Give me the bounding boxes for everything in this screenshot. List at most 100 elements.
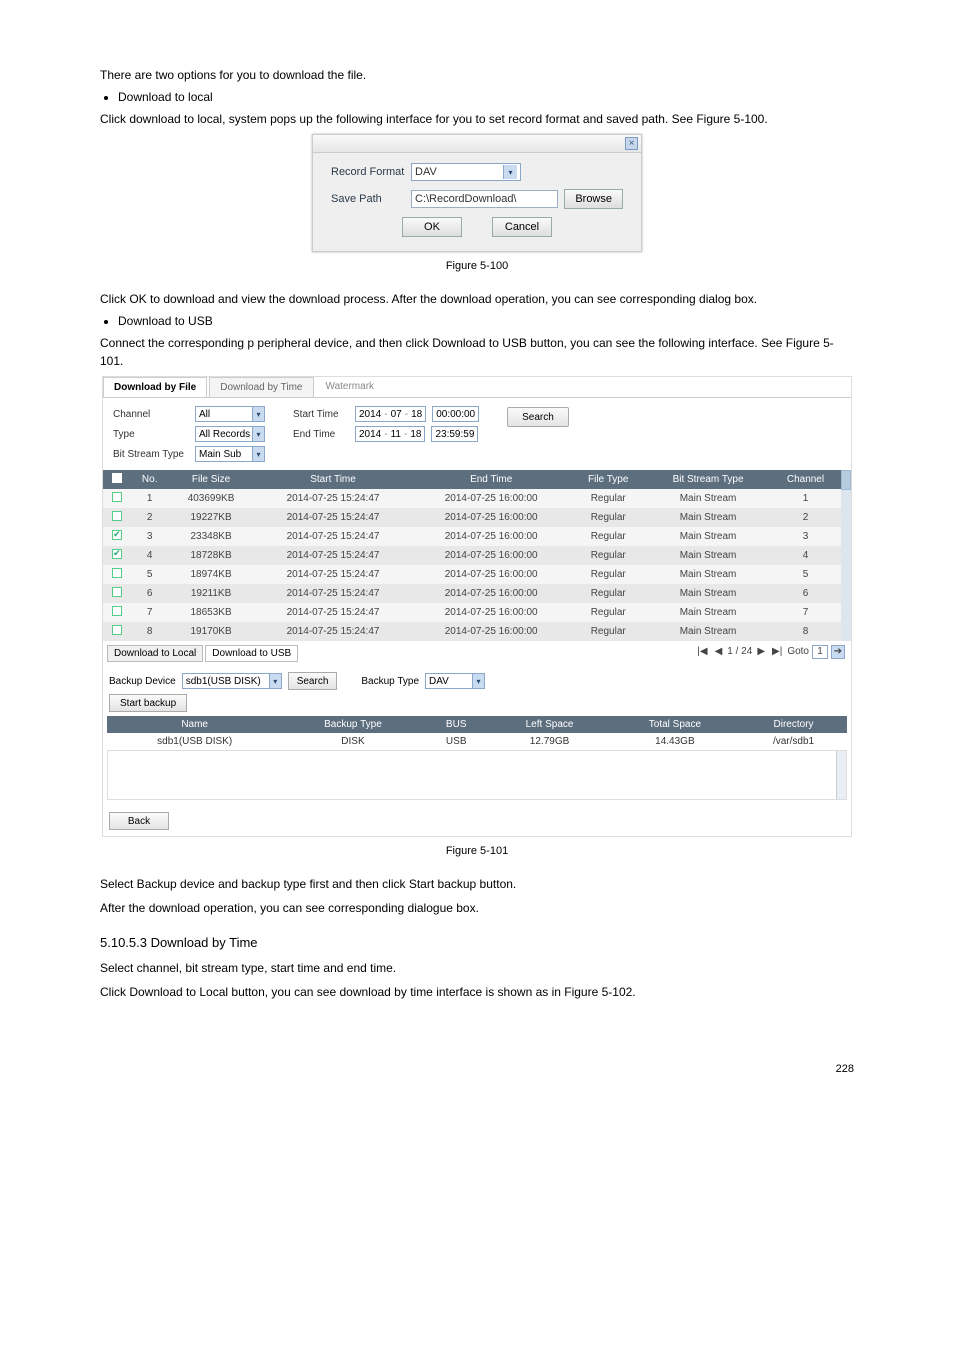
dev-column-header: Backup Type	[283, 716, 424, 733]
page-prev-button[interactable]: ◀	[713, 646, 725, 657]
select-all-checkbox[interactable]	[112, 473, 122, 483]
scroll-thumb[interactable]	[841, 470, 851, 490]
end-date-input[interactable]: 2014- 11- 18	[355, 426, 425, 442]
cell-ft: Regular	[570, 508, 646, 527]
table-row[interactable]: 619211KB2014-07-25 15:24:472014-07-25 16…	[103, 584, 841, 603]
cell-no: 1	[131, 489, 168, 508]
end-min: 59	[449, 429, 460, 440]
cell-st: 2014-07-25 15:24:47	[254, 489, 412, 508]
cell-bst: Main Stream	[646, 622, 770, 641]
dev-cell-btype: DISK	[283, 733, 424, 750]
record-format-select[interactable]: DAV ▾	[411, 163, 521, 181]
cell-size: 18974KB	[168, 565, 254, 584]
type-select[interactable]: All Records▾	[195, 426, 265, 442]
download-local-dialog: × Record Format DAV ▾ Save Path C:\Recor…	[312, 134, 642, 252]
back-button[interactable]: Back	[109, 812, 169, 830]
row-checkbox[interactable]	[112, 511, 122, 521]
cancel-button[interactable]: Cancel	[492, 217, 552, 237]
backup-type-select[interactable]: DAV▾	[425, 673, 485, 689]
cell-size: 403699KB	[168, 489, 254, 508]
backup-search-button[interactable]: Search	[288, 672, 338, 690]
end-time-input[interactable]: 23: 59: 59	[431, 426, 478, 442]
row-checkbox[interactable]	[112, 568, 122, 578]
cell-ft: Regular	[570, 565, 646, 584]
table-row[interactable]: 219227KB2014-07-25 15:24:472014-07-25 16…	[103, 508, 841, 527]
tab-download-by-time[interactable]: Download by Time	[209, 377, 313, 397]
goto-label: Goto	[787, 646, 809, 657]
chevron-down-icon: ▾	[252, 407, 264, 421]
dialog-titlebar: ×	[313, 135, 641, 153]
cell-et: 2014-07-25 16:00:00	[412, 527, 570, 546]
close-icon[interactable]: ×	[625, 137, 638, 150]
desc-download-local: Click download to local, system pops up …	[100, 110, 854, 128]
table-row[interactable]: 819170KB2014-07-25 15:24:472014-07-25 16…	[103, 622, 841, 641]
column-header: End Time	[412, 470, 570, 489]
figure-caption-100: Figure 5-100	[100, 260, 854, 272]
table-row[interactable]: 418728KB2014-07-25 15:24:472014-07-25 16…	[103, 546, 841, 565]
goto-button[interactable]: ➔	[831, 645, 845, 659]
dev-cell-name: sdb1(USB DISK)	[107, 733, 283, 750]
backup-device-label: Backup Device	[109, 676, 176, 687]
start-month: 07	[391, 409, 402, 420]
device-scrollbar[interactable]	[836, 751, 846, 799]
start-date-input[interactable]: 2014- 07- 18	[355, 406, 426, 422]
browse-button[interactable]: Browse	[564, 189, 623, 209]
page-last-button[interactable]: ▶|	[770, 646, 784, 657]
table-row: sdb1(USB DISK)DISKUSB12.79GB14.43GB/var/…	[107, 733, 848, 750]
dev-column-header: Left Space	[489, 716, 610, 733]
page-next-button[interactable]: ▶	[755, 646, 767, 657]
chevron-down-icon: ▾	[503, 165, 517, 179]
tab-download-by-file[interactable]: Download by File	[103, 377, 207, 397]
record-format-label: Record Format	[331, 166, 411, 178]
start-backup-button[interactable]: Start backup	[109, 694, 187, 712]
start-day: 18	[411, 409, 422, 420]
table-row[interactable]: 518974KB2014-07-25 15:24:472014-07-25 16…	[103, 565, 841, 584]
row-checkbox[interactable]	[112, 549, 122, 559]
bitstream-type-select[interactable]: Main Sub▾	[195, 446, 265, 462]
table-scrollbar[interactable]	[841, 470, 851, 641]
figure-caption-101: Figure 5-101	[100, 845, 854, 857]
goto-input[interactable]: 1	[812, 645, 828, 659]
backup-type-label: Backup Type	[361, 676, 419, 687]
save-path-input[interactable]: C:\RecordDownload\	[411, 190, 558, 208]
dev-cell-total: 14.43GB	[610, 733, 740, 750]
cell-ch: 6	[770, 584, 841, 603]
backup-type-value: DAV	[429, 676, 449, 687]
cell-bst: Main Stream	[646, 546, 770, 565]
start-time-input[interactable]: 00: 00: 00	[432, 406, 479, 422]
column-header	[103, 470, 131, 489]
cell-bst: Main Stream	[646, 603, 770, 622]
download-to-usb-tab[interactable]: Download to USB	[205, 645, 298, 662]
table-row[interactable]: 1403699KB2014-07-25 15:24:472014-07-25 1…	[103, 489, 841, 508]
pager: |◀ ◀ 1 / 24 ▶ ▶| Goto 1 ➔	[695, 645, 851, 659]
column-header: Bit Stream Type	[646, 470, 770, 489]
channel-select[interactable]: All ▾	[195, 406, 265, 422]
cell-et: 2014-07-25 16:00:00	[412, 508, 570, 527]
column-header: File Type	[570, 470, 646, 489]
page-first-button[interactable]: |◀	[695, 646, 709, 657]
download-to-local-tab[interactable]: Download to Local	[107, 645, 203, 662]
row-checkbox[interactable]	[112, 530, 122, 540]
backup-instructions: Select Backup device and backup type fir…	[100, 875, 854, 893]
end-day: 18	[410, 429, 421, 440]
dev-column-header: BUS	[423, 716, 489, 733]
table-row[interactable]: 718653KB2014-07-25 15:24:472014-07-25 16…	[103, 603, 841, 622]
channel-label: Channel	[113, 409, 189, 420]
cell-size: 19211KB	[168, 584, 254, 603]
backup-device-select[interactable]: sdb1(USB DISK)▾	[182, 673, 282, 689]
channel-value: All	[199, 409, 210, 420]
table-row[interactable]: 323348KB2014-07-25 15:24:472014-07-25 16…	[103, 527, 841, 546]
row-checkbox[interactable]	[112, 587, 122, 597]
end-sec: 59	[463, 429, 474, 440]
ok-button[interactable]: OK	[402, 217, 462, 237]
end-year: 2014	[359, 429, 381, 440]
tab-watermark[interactable]: Watermark	[316, 377, 385, 397]
dev-column-header: Directory	[740, 716, 847, 733]
end-month: 11	[391, 429, 401, 440]
row-checkbox[interactable]	[112, 606, 122, 616]
dev-cell-dir: /var/sdb1	[740, 733, 847, 750]
row-checkbox[interactable]	[112, 625, 122, 635]
search-button[interactable]: Search	[507, 407, 569, 427]
cell-no: 8	[131, 622, 168, 641]
row-checkbox[interactable]	[112, 492, 122, 502]
